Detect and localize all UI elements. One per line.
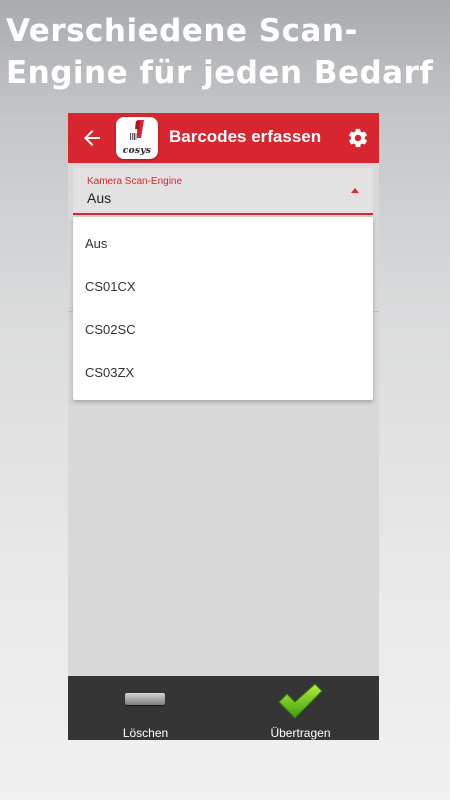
transfer-button[interactable]: Übertragen [223,676,378,740]
promo-headline: Verschiedene Scan- Engine für jeden Beda… [6,10,446,94]
scanner-logo-icon [130,120,144,140]
delete-button-label: Löschen [122,726,169,740]
arrow-left-icon[interactable] [80,126,104,150]
option-cs03zx[interactable]: CS03ZX [73,351,373,394]
scan-engine-dropdown-menu: Aus CS01CX CS02SC CS03ZX [73,217,373,400]
gear-icon[interactable] [347,127,369,149]
delete-button[interactable]: Löschen [68,676,223,740]
minus-icon [125,693,165,705]
page-title: Barcodes erfassen [169,127,322,146]
transfer-button-label: Übertragen [270,726,331,740]
scan-engine-select-value: Aus [87,190,112,206]
option-cs02sc[interactable]: CS02SC [73,308,373,351]
promo-headline-line-2: Engine für jeden Bedarf [6,55,434,91]
scan-engine-select-label: Kamera Scan-Engine [87,176,183,187]
option-aus[interactable]: Aus [73,222,373,265]
bottom-action-bar: Löschen Übertragen [68,676,379,740]
promo-headline-line-1: Verschiedene Scan- [6,13,358,49]
option-cs01cx[interactable]: CS01CX [73,265,373,308]
phone-screen: cosys Barcodes erfassen Kamera Scan-Engi… [68,113,379,740]
scan-engine-select[interactable]: Kamera Scan-Engine Aus [73,168,373,215]
app-logo: cosys [116,117,158,159]
caret-up-icon[interactable] [351,188,359,193]
logo-wordmark: cosys [122,146,152,156]
app-bar: cosys Barcodes erfassen [68,113,379,163]
checkmark-icon [278,683,323,719]
